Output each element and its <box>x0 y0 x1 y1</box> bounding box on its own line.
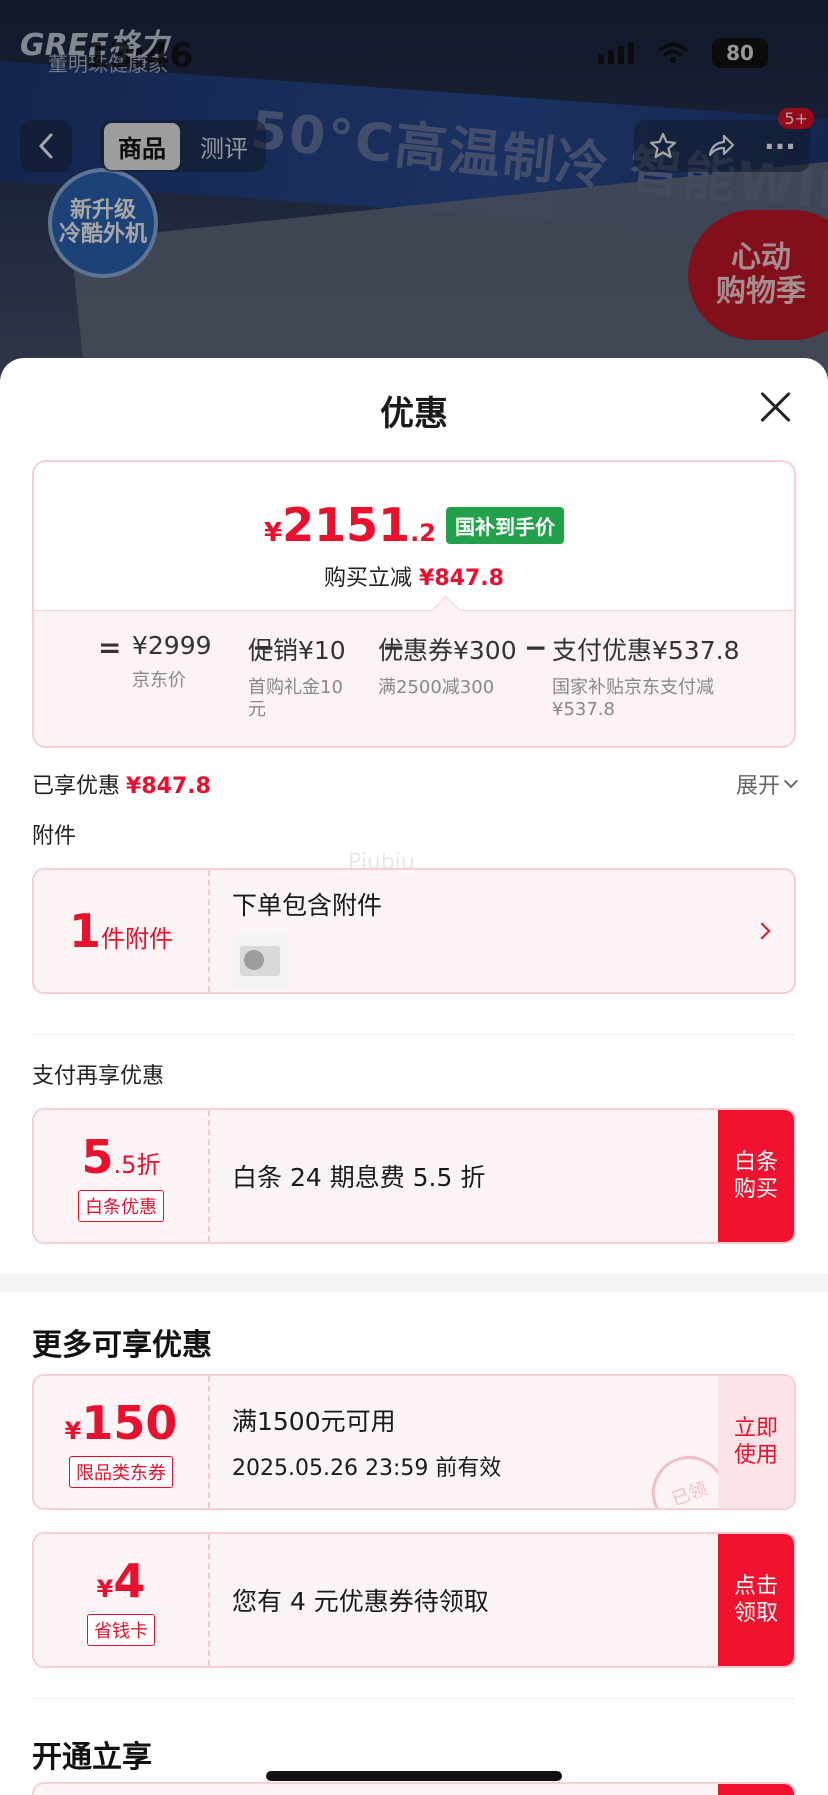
price-currency: ¥ <box>264 518 283 548</box>
instant-discount-label: 购买立减 <box>324 566 413 591</box>
discount-integer: 5 <box>81 1130 114 1184</box>
enjoyed-value: ¥847.8 <box>126 774 211 799</box>
breakdown-desc: 满2500减300 <box>378 677 495 698</box>
baitiao-desc: 白条 24 期息费 5.5 折 <box>232 1163 486 1192</box>
operator-equals: = <box>98 631 122 664</box>
price-decimal: .2 <box>410 519 436 547</box>
open-section-title: 开通立享 <box>32 1740 152 1775</box>
accessory-count-number: 1 <box>68 904 101 958</box>
coupon-tag: 省钱卡 <box>87 1614 155 1646</box>
breakdown-item-coupon: 优惠券¥300 满2500减300 <box>378 631 518 699</box>
accessory-title: 下单包含附件 <box>232 891 383 920</box>
accessories-section-label: 附件 <box>32 824 77 849</box>
enjoyed-label: 已享优惠 <box>32 774 121 799</box>
section-separator <box>0 1274 828 1292</box>
accessory-info: 下单包含附件 <box>232 870 382 992</box>
more-discounts-title: 更多可享优惠 <box>32 1328 212 1363</box>
expand-button[interactable]: 展开 <box>735 768 799 800</box>
accessories-card[interactable]: 1 件附件 下单包含附件 <box>32 868 796 994</box>
baitiao-tag: 白条优惠 <box>78 1190 164 1222</box>
discount-decimal: .5折 <box>113 1151 161 1179</box>
price-breakdown: = ¥2999 京东价 − 促销¥10 首购礼金10元 − 优惠券¥300 满2… <box>34 610 794 746</box>
coupon-currency: ¥ <box>64 1417 82 1445</box>
action-line1: 立即 <box>733 1415 778 1441</box>
coupon-amount: ¥ 4 省钱卡 <box>34 1534 210 1666</box>
chevron-right-icon <box>753 922 771 940</box>
coupon-value: 4 <box>113 1554 146 1608</box>
subsidy-price-tag: 国补到手价 <box>445 506 564 544</box>
accessory-count: 1 件附件 <box>34 870 210 992</box>
breakdown-value: 支付优惠¥537.8 <box>552 636 740 665</box>
breakdown-desc: 国家补贴京东支付减¥537.8 <box>552 677 714 720</box>
baitiao-info: 白条 24 期息费 5.5 折 <box>232 1110 485 1242</box>
discount-sheet: 优惠 ¥ 2151 .2 国补到手价 购买立减 ¥847.8 = ¥2999 京… <box>0 358 828 1795</box>
final-price: ¥ 2151 .2 国补到手价 <box>34 498 794 552</box>
coupon-value: 150 <box>81 1396 178 1450</box>
chevron-down-icon <box>783 774 799 789</box>
accessory-count-unit: 件附件 <box>101 925 173 953</box>
home-indicator <box>266 1771 562 1781</box>
coupon-expiry: 2025.05.26 23:59 前有效 <box>232 1456 502 1481</box>
coupon-condition: 满1500元可用 <box>232 1407 396 1436</box>
price-integer: 2151 <box>282 498 411 552</box>
enjoyed-discount: 已享优惠 ¥847.8 <box>32 768 211 800</box>
breakdown-item-promotion: 促销¥10 首购礼金10元 <box>248 631 346 720</box>
sheet-title: 优惠 <box>380 394 448 434</box>
coupon-amount: ¥ 150 限品类东券 <box>34 1376 210 1508</box>
operator-minus: − <box>524 631 548 664</box>
coupon-card[interactable]: ¥ 150 限品类东券 满1500元可用 2025.05.26 23:59 前有… <box>32 1374 796 1510</box>
expand-label: 展开 <box>735 774 780 799</box>
action-line1: 白条 <box>733 1149 778 1175</box>
breakdown-desc: 京东价 <box>132 670 186 691</box>
instant-discount-value: ¥847.8 <box>419 566 504 591</box>
coupon-currency: ¥ <box>96 1575 114 1603</box>
payment-section-label: 支付再享优惠 <box>32 1064 165 1089</box>
baitiao-card[interactable]: 5 .5折 白条优惠 白条 24 期息费 5.5 折 白条 购买 <box>32 1108 796 1244</box>
divider <box>32 1034 796 1035</box>
breakdown-value: 促销¥10 <box>248 636 346 665</box>
use-now-button[interactable]: 立即 使用 <box>718 1376 794 1508</box>
membership-card-partial[interactable] <box>32 1782 796 1795</box>
coupon-info: 您有 4 元优惠券待领取 <box>232 1534 489 1666</box>
breakdown-item-payment: 支付优惠¥537.8 国家补贴京东支付减¥537.8 <box>552 631 752 720</box>
coupon-tag: 限品类东券 <box>69 1456 173 1488</box>
action-line2: 领取 <box>733 1601 778 1626</box>
breakdown-desc: 首购礼金10元 <box>248 677 343 720</box>
baitiao-discount: 5 .5折 白条优惠 <box>34 1110 210 1242</box>
breakdown-value: 优惠券¥300 <box>378 636 517 665</box>
close-icon[interactable] <box>758 390 792 424</box>
modal-backdrop[interactable] <box>0 0 828 380</box>
claim-button[interactable]: 点击 领取 <box>718 1534 794 1666</box>
membership-action[interactable] <box>718 1784 794 1795</box>
accessory-thumbnail <box>232 934 288 990</box>
instant-discount: 购买立减 ¥847.8 <box>34 560 794 592</box>
action-line2: 使用 <box>733 1443 778 1468</box>
action-line1: 点击 <box>733 1573 778 1599</box>
divider <box>32 1698 796 1699</box>
coupon-condition: 您有 4 元优惠券待领取 <box>232 1587 489 1616</box>
baitiao-buy-button[interactable]: 白条 购买 <box>718 1110 794 1242</box>
final-price-section: ¥ 2151 .2 国补到手价 购买立减 ¥847.8 <box>34 462 794 610</box>
price-summary-card: ¥ 2151 .2 国补到手价 购买立减 ¥847.8 = ¥2999 京东价 … <box>32 460 796 748</box>
product-header-background: 50°C高温制冷 智能WIFI GREE格力 董明珠健康家 13:46 80 新… <box>0 0 828 380</box>
coupon-card[interactable]: ¥ 4 省钱卡 您有 4 元优惠券待领取 点击 领取 <box>32 1532 796 1668</box>
coupon-info: 满1500元可用 2025.05.26 23:59 前有效 <box>232 1376 501 1508</box>
action-line2: 购买 <box>733 1177 778 1202</box>
